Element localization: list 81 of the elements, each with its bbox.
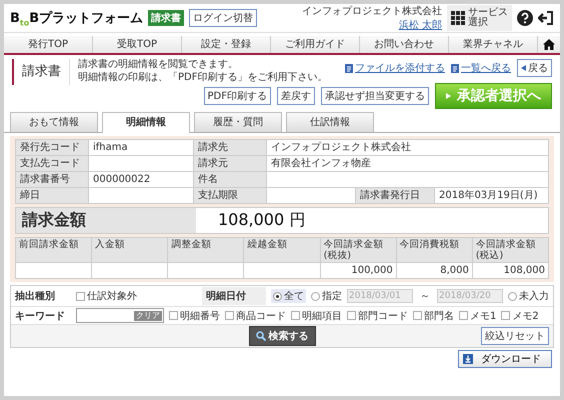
table-cell: 8,000 [396, 263, 472, 278]
search-icon [256, 331, 266, 341]
column-header: 今回請求金額(税込) [472, 238, 548, 262]
field-value: インフォプロジェクト株式会社 [267, 140, 548, 155]
search-button[interactable]: 検索する [248, 326, 316, 346]
field-label: 支払先コード [16, 156, 88, 171]
action-button[interactable]: 差戻す [277, 87, 315, 105]
description-text: 明細情報の印刷は、「PDF印刷する」をご利用下さい。 [78, 72, 328, 84]
field-label: 請求書発行日 [356, 188, 434, 203]
column-header: 入金額 [92, 238, 168, 262]
nav-item[interactable]: 発行TOP [4, 36, 93, 53]
page-link[interactable]: 一覧へ戻る [451, 61, 511, 75]
field-label: 請求先 [194, 140, 266, 155]
radio-option[interactable]: 全て [271, 289, 306, 303]
field-value: ifhama [89, 140, 193, 155]
column-header: 調整金額 [168, 238, 244, 262]
help-icon[interactable] [517, 10, 533, 26]
tab[interactable]: 仕訳情報 [286, 112, 374, 132]
table-cell: 100,000 [320, 263, 396, 278]
field-checkbox[interactable]: メモ1 [459, 308, 496, 322]
logout-icon[interactable] [538, 10, 554, 26]
field-label: 請求書番号 [16, 172, 88, 187]
filter-label: 明細日付 [202, 287, 266, 305]
logo: B$_{to}$Bプラットフォーム [10, 10, 144, 28]
nav-item[interactable]: 設定・登録 [182, 36, 271, 53]
field-checkbox[interactable]: 部門コード [347, 308, 408, 322]
field-checkbox[interactable]: 部門名 [413, 308, 454, 322]
tab[interactable]: 履歴・質問 [194, 112, 282, 132]
range-separator: ～ [419, 290, 431, 303]
nav-item[interactable]: 受取TOP [93, 36, 182, 53]
exclude-checkbox[interactable]: 仕訳対象外 [76, 289, 137, 303]
field-checkbox[interactable]: 明細項目 [291, 308, 342, 322]
field-label: 件名 [194, 172, 266, 187]
column-header: 今回消費税額 [396, 238, 472, 262]
field-label: 請求元 [194, 156, 266, 171]
right-triangle-icon [446, 93, 451, 99]
tab[interactable]: おもて情報 [10, 112, 98, 132]
tab[interactable]: 明細情報 [102, 112, 190, 133]
field-label: 締日 [16, 188, 88, 203]
reset-button[interactable]: 絞込リセット [481, 327, 549, 345]
company-name: インフォプロジェクト株式会社 [302, 4, 442, 18]
field-label: 支払期限 [194, 188, 266, 203]
grid-icon [451, 11, 465, 25]
radio-option[interactable]: 未入力 [508, 289, 549, 303]
table-cell: 108,000 [472, 263, 548, 278]
back-button[interactable]: 戻る [517, 59, 552, 77]
field-checkbox[interactable]: メモ2 [501, 308, 539, 322]
action-button[interactable]: PDF印刷する [204, 87, 271, 105]
service-select-button[interactable]: サービス選択 [447, 5, 512, 31]
filter-label: 抽出種別 [15, 290, 56, 303]
home-icon [543, 39, 555, 50]
description-text: 請求書の明細情報を閲覧できます。 [78, 59, 239, 72]
column-header: 繰越金額 [244, 238, 320, 262]
radio-option[interactable]: 指定 [311, 289, 342, 303]
login-switch-button[interactable]: ログイン切替 [189, 9, 258, 27]
nav-item[interactable]: ご利用ガイド [271, 36, 360, 53]
field-value: 000000022 [89, 172, 193, 187]
amount-label: 請求金額 [16, 208, 196, 233]
column-header: 今回請求金額(税抜) [320, 238, 396, 262]
document-icon [451, 64, 459, 72]
amount-value: 108,000 円 [218, 210, 306, 231]
field-value: 有限会社インフォ物産 [267, 156, 548, 171]
filter-label: キーワード [15, 310, 66, 322]
service-badge: 請求書 [148, 10, 184, 26]
clear-button[interactable]: クリア [134, 310, 162, 320]
page-link[interactable]: ファイルを添付する [345, 61, 445, 75]
download-icon [463, 354, 473, 364]
left-triangle-icon [521, 65, 526, 71]
user-link[interactable]: 浜松 太郎 [398, 18, 442, 32]
field-value: 2018年03月19日(月) [435, 188, 548, 203]
keyword-field[interactable]: クリア [76, 308, 164, 323]
field-label: 発行先コード [16, 140, 88, 155]
field-checkbox[interactable]: 商品コード [225, 308, 286, 322]
action-button[interactable]: 承認せず担当変更する [321, 87, 429, 105]
nav-item[interactable]: お問い合わせ [360, 36, 449, 53]
nav-item[interactable]: 業界チャネル [449, 36, 538, 53]
download-button[interactable]: ダウンロード [458, 350, 552, 368]
field-checkbox[interactable]: 明細番号 [169, 308, 220, 322]
page-title: 請求書 [12, 59, 70, 85]
column-header: 前回請求金額 [16, 238, 92, 262]
document-icon [345, 64, 353, 72]
